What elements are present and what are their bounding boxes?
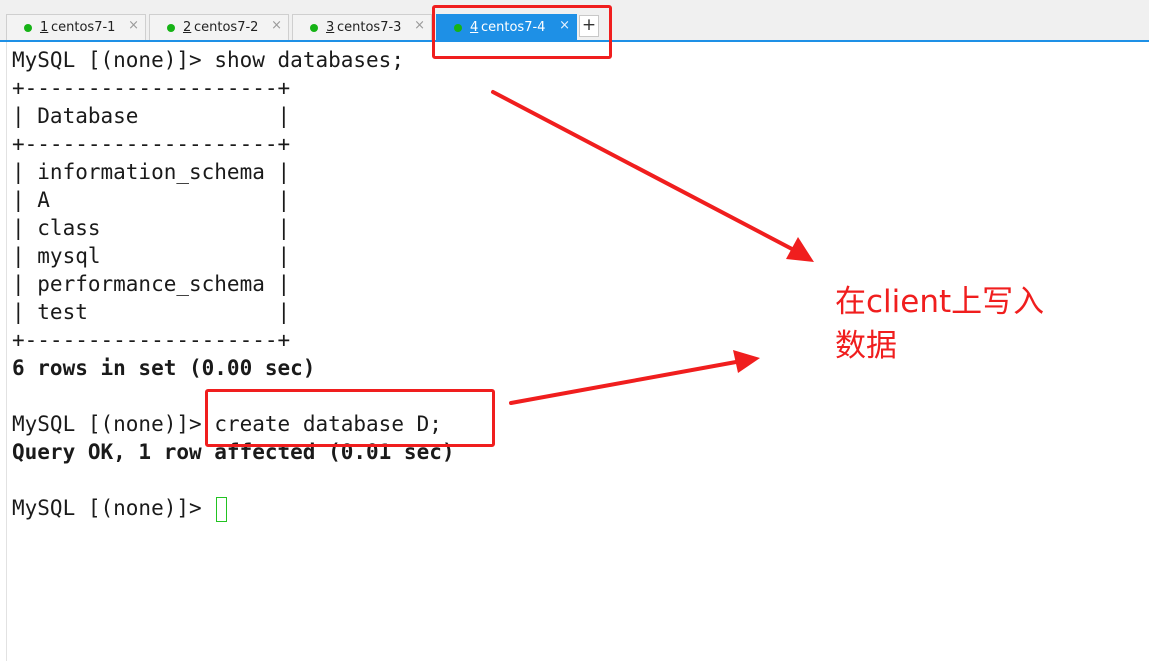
annotation-line-2: 数据 — [835, 328, 897, 364]
arrow-to-annotation-lower — [509, 350, 760, 405]
arrow-to-annotation-upper — [491, 90, 814, 262]
annotation-line-1: 在client上写入 — [835, 284, 1045, 320]
annotation-label: 在client上写入 数据 — [835, 280, 1095, 368]
